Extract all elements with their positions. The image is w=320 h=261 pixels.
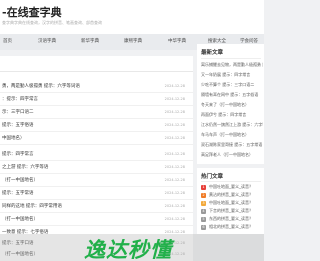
- sidebar-article-link[interactable]: 车马车声（打一中国地名）: [201, 132, 263, 138]
- article-list-header: [0, 56, 193, 72]
- divider: [0, 199, 193, 200]
- divider: [0, 212, 193, 213]
- hot-item-title[interactable]: 下言的拼音_要义_读音？: [209, 208, 263, 214]
- hot-list-item[interactable]: 5 东西的拼音_要义_读音？: [201, 216, 263, 224]
- divider: [0, 144, 193, 145]
- list-item-date: 2024-12-28: [164, 178, 185, 182]
- divider: [0, 186, 193, 187]
- list-item-title[interactable]: 同样的这地 提示：四字常用语: [2, 203, 162, 209]
- site-header: -在线查字典 查字典字典在线查询，汉字的拼音、笔画查询、部首查询: [0, 0, 264, 34]
- list-item-date: 2024-12-28: [164, 110, 185, 114]
- list-item-date: 2024-12-28: [164, 136, 185, 140]
- sidebar-article-link[interactable]: 高足拜老人（打一中国地名）: [201, 152, 263, 158]
- hot-item-title[interactable]: 中国吐地面_要义_读音？: [209, 184, 263, 190]
- list-item[interactable]: ：提示：四字常言 2024-12-28: [0, 95, 193, 105]
- list-item-title[interactable]: 中国地名）: [2, 135, 162, 141]
- divider: [0, 173, 193, 174]
- divider: [0, 225, 193, 226]
- nav-item-home[interactable]: 首页: [3, 38, 12, 44]
- rank-badge: 5: [201, 217, 206, 222]
- list-item[interactable]: 之上游 提示：六字等语 2024-12-28: [0, 163, 193, 173]
- hot-list-item[interactable]: 2 黄沾的拼音_要义_读音？: [201, 192, 263, 200]
- sidebar-article-link[interactable]: 又一年奶展 提示：四字常言: [201, 72, 263, 78]
- rank-badge: 1: [201, 185, 206, 190]
- sidebar-article-link[interactable]: 再面伊兮 提示：四字常言: [201, 112, 263, 118]
- sidebar-article-link[interactable]: 离乐捕鲤去见物，两是勤人极孤勇 提示: [201, 62, 263, 68]
- hot-list-item[interactable]: 6 相北的拼音_要义_读音？: [201, 224, 263, 232]
- nav-item-hanyu[interactable]: 汉语字典: [38, 38, 56, 44]
- list-item-title[interactable]: 示：三字口语二: [2, 109, 162, 115]
- hot-articles-panel: 热门文章 1 中国吐地面_要义_读音？ 2 黄沾的拼音_要义_读音？ 3 中国吐…: [197, 168, 264, 234]
- list-item[interactable]: 提示：五字常语 2024-12-28: [0, 189, 193, 199]
- rank-badge: 3: [201, 201, 206, 206]
- hot-list-item[interactable]: 4 下言的拼音_要义_读音？: [201, 208, 263, 216]
- list-item-date: 2024-12-28: [164, 191, 185, 195]
- list-item-title[interactable]: 提示：五字常语: [2, 190, 162, 196]
- divider: [0, 105, 193, 106]
- divider: [0, 92, 193, 93]
- list-item[interactable]: 提示：五字俗语 2024-12-28: [0, 121, 193, 131]
- divider: [201, 181, 261, 182]
- list-item[interactable]: 示：三字口语二 2024-12-28: [0, 108, 193, 118]
- hot-articles-title: 热门文章: [201, 174, 224, 180]
- rank-badge: 2: [201, 193, 206, 198]
- hot-item-title[interactable]: 中国吐地面_要义_读音？: [209, 200, 263, 206]
- list-item-title[interactable]: 之上游 提示：六字等语: [2, 164, 162, 170]
- sidebar-article-link[interactable]: 冬天来了（打一中国地名）: [201, 102, 263, 108]
- list-item-date: 2024-12-28: [164, 204, 185, 208]
- list-item-date: 2024-12-28: [164, 152, 185, 156]
- list-item-date: 2024-12-28: [164, 123, 185, 127]
- hot-item-title[interactable]: 东西的拼音_要义_读音？: [209, 216, 263, 222]
- sidebar-article-link[interactable]: 江水仍然一旗然江上游 提示：六字等语: [201, 122, 263, 128]
- list-item-title[interactable]: （打一中国地名）: [2, 216, 162, 222]
- sidebar-article-link[interactable]: 少吃不算个 提示：三字口语二: [201, 82, 263, 88]
- list-item[interactable]: （打一中国地名） 2024-12-28: [0, 176, 193, 186]
- list-item-title[interactable]: 提示：五字俗语: [2, 122, 162, 128]
- watermark-logo: 逸达秒懂: [84, 238, 172, 261]
- latest-articles-title: 最新文章: [201, 50, 224, 56]
- list-item-date: 2024-12-28: [164, 217, 185, 221]
- nav-item-kangxi[interactable]: 康熙字典: [124, 38, 142, 44]
- list-item[interactable]: 中国地名） 2024-12-28: [0, 134, 193, 144]
- nav-item-zhonghua[interactable]: 中华字典: [168, 38, 186, 44]
- list-item-title[interactable]: （打一中国地名）: [2, 177, 162, 183]
- sidebar-article-link[interactable]: 双石湖陈家里哥接 提示：五字常语: [201, 142, 263, 148]
- hot-list-item[interactable]: 1 中国吐地面_要义_读音？: [201, 184, 263, 192]
- site-subtitle: 查字典字典在线查询，汉字的拼音、笔画查询、部首查询: [2, 20, 102, 25]
- hot-item-title[interactable]: 相北的拼音_要义_读音？: [209, 224, 263, 230]
- rank-badge: 4: [201, 209, 206, 214]
- list-item[interactable]: 勇，两是勤人极孤勇 提示：六字等词语 2024-12-28: [0, 82, 193, 92]
- list-item-date: 2024-12-28: [164, 165, 185, 169]
- list-item[interactable]: 同样的这地 提示：四字常用语 2024-12-28: [0, 202, 193, 212]
- list-item[interactable]: （打一中国地名） 2024-12-28: [0, 215, 193, 225]
- list-item-title[interactable]: 提示：四字常言: [2, 151, 162, 157]
- latest-articles-panel: 最新文章 离乐捕鲤去见物，两是勤人极孤勇 提示 又一年奶展 提示：四字常言 少吃…: [197, 44, 264, 164]
- page: -在线查字典 查字典字典在线查询，汉字的拼音、笔画查询、部首查询 首页 汉语字典…: [0, 0, 264, 261]
- site-title[interactable]: -在线查字典: [2, 4, 62, 20]
- list-item-date: 2024-12-28: [164, 97, 185, 101]
- hot-list-item[interactable]: 3 中国吐地面_要义_读音？: [201, 200, 263, 208]
- rank-badge: 6: [201, 225, 206, 230]
- list-item[interactable]: 提示：四字常言 2024-12-28: [0, 150, 193, 160]
- divider: [0, 131, 193, 132]
- divider: [201, 58, 261, 59]
- nav-item-xinhua[interactable]: 新华字典: [81, 38, 99, 44]
- divider: [0, 118, 193, 119]
- divider: [0, 160, 193, 161]
- list-item-title[interactable]: ：提示：四字常言: [2, 96, 162, 102]
- hot-item-title[interactable]: 黄沾的拼音_要义_读音？: [209, 192, 263, 198]
- list-item-date: 2024-12-28: [164, 84, 185, 88]
- sidebar-article-link[interactable]: 隔墙有耳在网中 提示：五字俗语: [201, 92, 263, 98]
- list-item-title[interactable]: 勇，两是勤人极孤勇 提示：六字等词语: [2, 83, 162, 89]
